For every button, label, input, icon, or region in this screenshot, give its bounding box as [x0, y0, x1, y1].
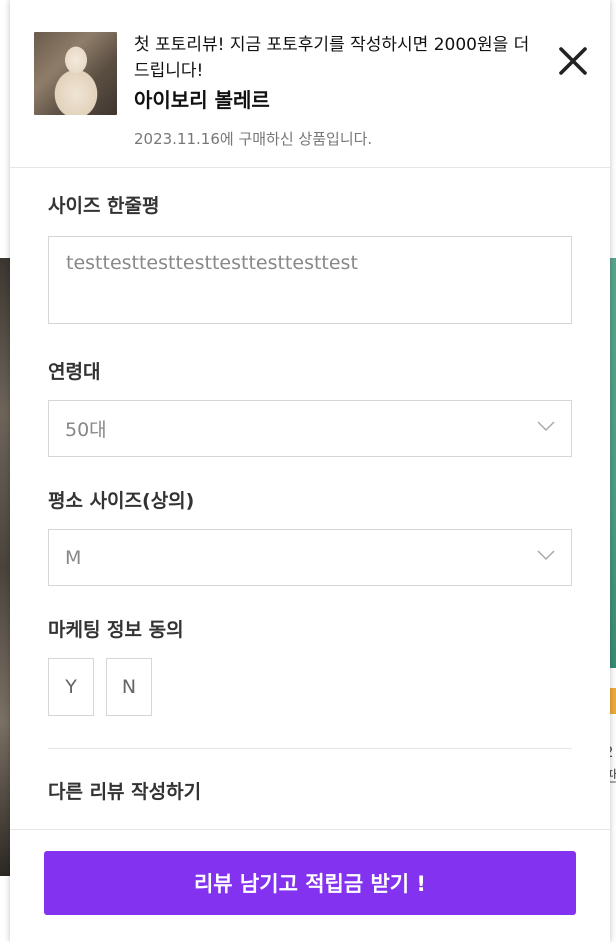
marketing-consent-label: 마케팅 정보 동의 — [48, 619, 184, 641]
usual-size-selected-value: M — [65, 546, 82, 569]
marketing-consent-yes-button[interactable]: Y — [48, 658, 94, 716]
header-text: 첫 포토리뷰! 지금 포토후기를 작성하시면 2000원을 더 드립니다! 아이… — [134, 32, 534, 167]
chevron-down-icon — [537, 550, 555, 561]
chevron-down-icon — [537, 421, 555, 432]
promo-text: 첫 포토리뷰! 지금 포토후기를 작성하시면 2000원을 더 드립니다! — [134, 35, 530, 81]
modal-footer: 리뷰 남기고 적립금 받기 ! — [10, 829, 610, 942]
purchase-info: 2023.11.16에 구매하신 상품입니다. — [134, 130, 373, 148]
product-name: 아이보리 볼레르 — [134, 88, 270, 112]
divider — [48, 748, 572, 749]
age-group-select[interactable]: 50대 — [48, 400, 572, 457]
age-group-selected-value: 50대 — [65, 419, 107, 441]
write-other-review-link[interactable]: 다른 리뷰 작성하기 — [48, 777, 572, 804]
product-thumbnail — [34, 32, 117, 115]
size-review-input[interactable]: testtesttesttesttesttesttesttest — [48, 236, 572, 324]
review-modal: 첫 포토리뷰! 지금 포토후기를 작성하시면 2000원을 더 드립니다! 아이… — [10, 0, 610, 942]
modal-body: 사이즈 한줄평 testtesttesttesttesttesttesttest… — [10, 168, 610, 829]
usual-size-label: 평소 사이즈(상의) — [48, 490, 195, 512]
size-review-label: 사이즈 한줄평 — [48, 195, 160, 217]
usual-size-select[interactable]: M — [48, 529, 572, 586]
close-button[interactable] — [556, 44, 590, 78]
marketing-consent-options: Y N — [48, 658, 572, 716]
marketing-consent-no-button[interactable]: N — [106, 658, 152, 716]
close-icon — [559, 47, 587, 75]
age-group-label: 연령대 — [48, 361, 101, 383]
submit-review-button[interactable]: 리뷰 남기고 적립금 받기 ! — [44, 851, 576, 915]
modal-header: 첫 포토리뷰! 지금 포토후기를 작성하시면 2000원을 더 드립니다! 아이… — [10, 0, 610, 168]
